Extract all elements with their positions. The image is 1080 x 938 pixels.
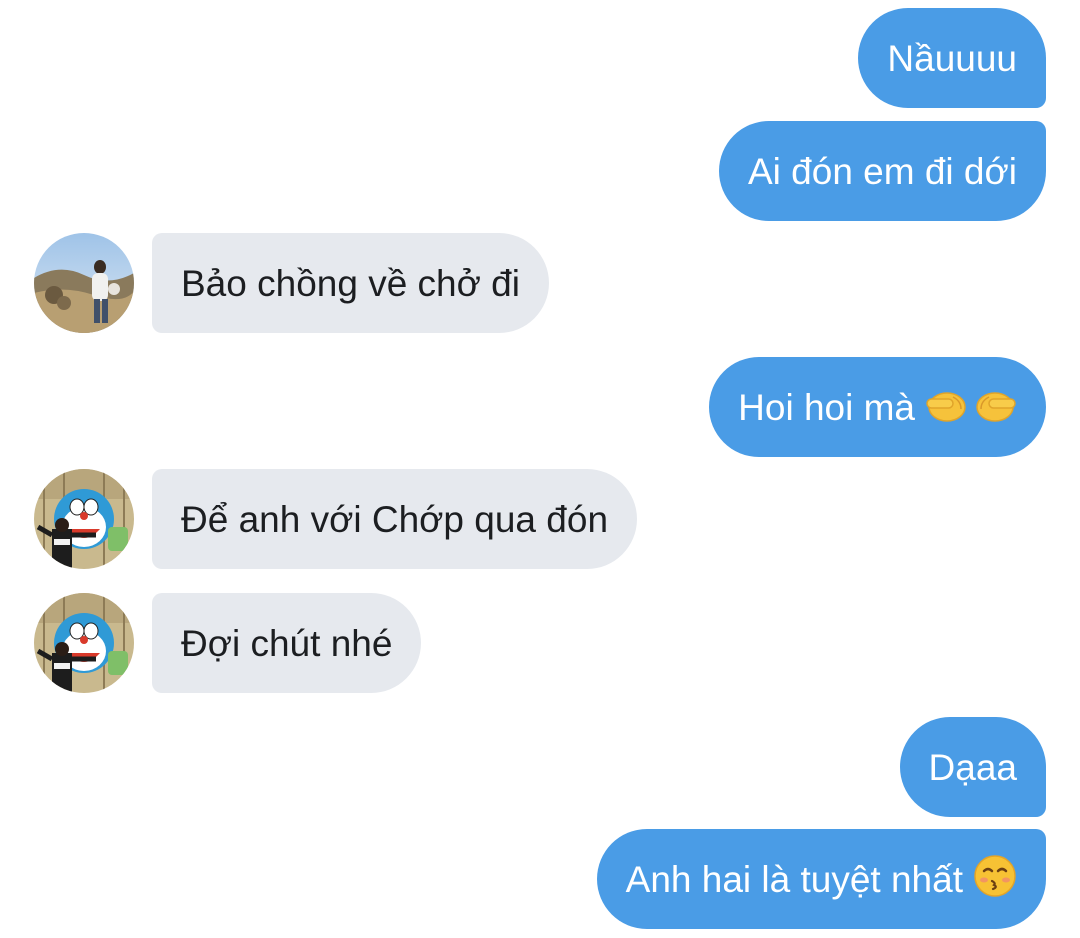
message-thread: Nầuuuu Ai đón em đi dới Bảo chồng về chở… — [0, 0, 1080, 938]
avatar[interactable] — [34, 233, 134, 333]
message-text: Đợi chút nhé — [181, 622, 393, 664]
message-text: Dạaa — [928, 746, 1017, 788]
avatar[interactable] — [34, 593, 134, 693]
outgoing-message[interactable]: Anh hai là tuyệt nhất — [596, 829, 1046, 929]
message-text: Hoi hoi mà — [738, 386, 915, 428]
incoming-message[interactable]: Để anh với Chớp qua đón — [152, 469, 638, 569]
outgoing-message[interactable]: Nầuuuu — [858, 8, 1046, 108]
message-text: Bảo chồng về chở đi — [181, 262, 520, 304]
message-text: Anh hai là tuyệt nhất — [625, 858, 963, 900]
message-text: Để anh với Chớp qua đón — [181, 498, 609, 540]
pointing-fingers-emoji — [925, 383, 1017, 431]
avatar-field-person-image — [34, 233, 134, 333]
outgoing-message[interactable]: Ai đón em đi dới — [718, 121, 1046, 221]
avatar[interactable] — [34, 469, 134, 569]
avatar-doraemon-person-image — [34, 593, 134, 693]
incoming-message[interactable]: Bảo chồng về chở đi — [152, 233, 549, 333]
message-text: Nầuuuu — [887, 37, 1017, 79]
outgoing-message[interactable]: Dạaa — [899, 717, 1046, 817]
avatar-doraemon-person-image — [34, 469, 134, 569]
outgoing-message[interactable]: Hoi hoi mà — [709, 357, 1046, 457]
incoming-message[interactable]: Đợi chút nhé — [152, 593, 422, 693]
message-text: Ai đón em đi dới — [747, 150, 1017, 192]
kissing-face-emoji — [973, 854, 1017, 904]
